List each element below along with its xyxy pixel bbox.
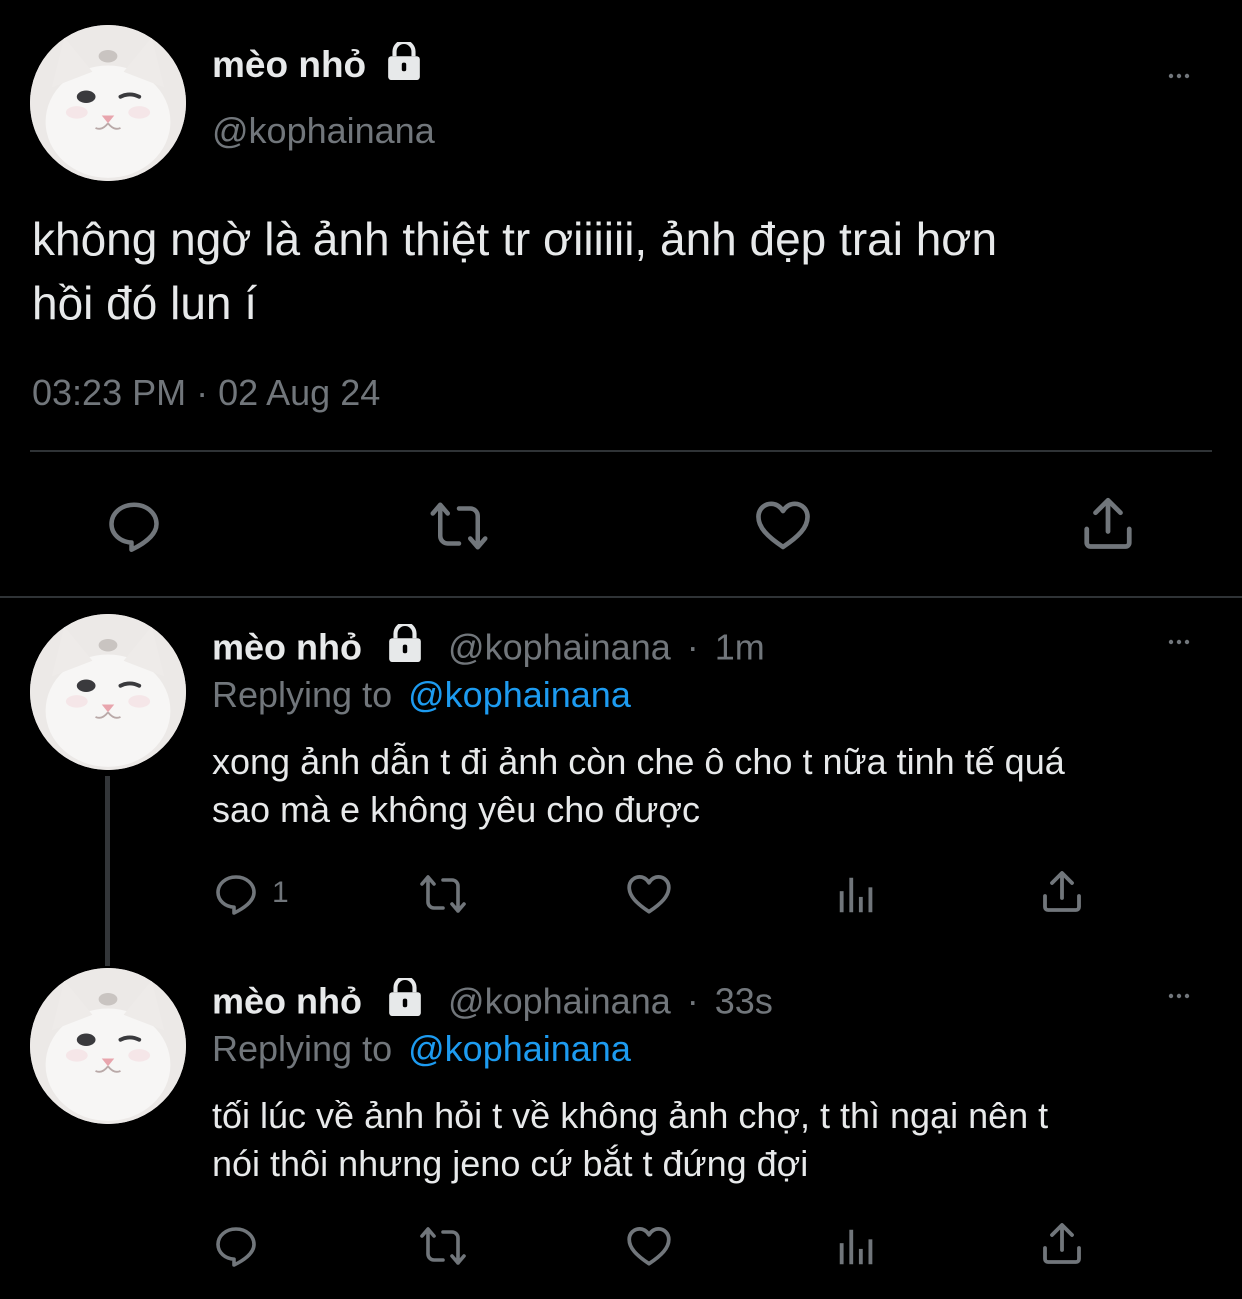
reply-icon[interactable] [212, 870, 260, 918]
mention-link[interactable]: @kophainana [408, 674, 631, 715]
tweet-text-line: không ngờ là ảnh thiệt tr ơiiiiii, ảnh đ… [32, 213, 998, 265]
time[interactable]: 33s [715, 980, 773, 1021]
mention-link[interactable]: @kophainana [408, 1028, 631, 1069]
more-icon[interactable] [1160, 630, 1198, 654]
avatar[interactable] [30, 614, 186, 770]
separator: · [686, 980, 699, 1022]
display-name[interactable]: mèo nhỏ [212, 980, 362, 1021]
avatar[interactable] [30, 968, 186, 1124]
tweet-text: không ngờ là ảnh thiệt tr ơiiiiii, ảnh đ… [32, 207, 1222, 335]
handle[interactable]: @kophainana [448, 980, 671, 1021]
heart-icon[interactable] [624, 1221, 674, 1271]
share-icon[interactable] [1038, 868, 1086, 916]
lock-icon [386, 978, 424, 1016]
separator: · [686, 626, 699, 668]
display-name[interactable]: mèo nhỏ [212, 626, 362, 667]
author-row: mèo nhỏ @kophainana · 33s [212, 978, 773, 1022]
tweet-text: xong ảnh dẫn t đi ảnh còn che ô cho t nữ… [212, 738, 1222, 834]
reply-count: 1 [272, 876, 289, 909]
lock-icon [386, 624, 424, 662]
reply-icon[interactable] [104, 496, 164, 556]
lock-icon [385, 42, 423, 80]
heart-icon[interactable] [624, 869, 674, 919]
views-icon[interactable] [834, 1224, 880, 1270]
tweet-text-line: xong ảnh dẫn t đi ảnh còn che ô cho t nữ… [212, 741, 1065, 782]
author-row: mèo nhỏ [212, 44, 423, 88]
retweet-icon[interactable] [426, 496, 492, 556]
share-icon[interactable] [1078, 494, 1138, 554]
avatar[interactable] [30, 25, 186, 181]
more-icon[interactable] [1160, 64, 1198, 88]
retweet-icon[interactable] [416, 870, 470, 918]
divider [30, 450, 1212, 452]
section-divider [0, 596, 1242, 598]
tweet-text-line: hồi đó lun í [32, 277, 258, 329]
views-icon[interactable] [834, 872, 880, 918]
replying-prefix: Replying to [212, 674, 393, 715]
time[interactable]: 1m [715, 626, 765, 667]
author-row: mèo nhỏ @kophainana · 1m [212, 624, 765, 668]
replying-to: Replying to @kophainana [212, 674, 631, 716]
tweet-text-line: tối lúc về ảnh hỏi t về không ảnh chợ, t… [212, 1095, 1049, 1136]
replying-prefix: Replying to [212, 1028, 393, 1069]
display-name[interactable]: mèo nhỏ [212, 44, 366, 85]
tweet-text: tối lúc về ảnh hỏi t về không ảnh chợ, t… [212, 1092, 1222, 1188]
tweet-text-line: nói thôi nhưng jeno cứ bắt t đứng đợi [212, 1143, 809, 1184]
replying-to: Replying to @kophainana [212, 1028, 631, 1070]
tweet-text-line: sao mà e không yêu cho được [212, 789, 700, 830]
reply-icon[interactable] [212, 1222, 260, 1270]
handle[interactable]: @kophainana [448, 626, 671, 667]
retweet-icon[interactable] [416, 1222, 470, 1270]
heart-icon[interactable] [752, 494, 814, 556]
timestamp[interactable]: 03:23 PM · 02 Aug 24 [32, 372, 380, 414]
handle[interactable]: @kophainana [212, 110, 435, 152]
thread-line [105, 776, 110, 966]
more-icon[interactable] [1160, 984, 1198, 1008]
share-icon[interactable] [1038, 1220, 1086, 1268]
